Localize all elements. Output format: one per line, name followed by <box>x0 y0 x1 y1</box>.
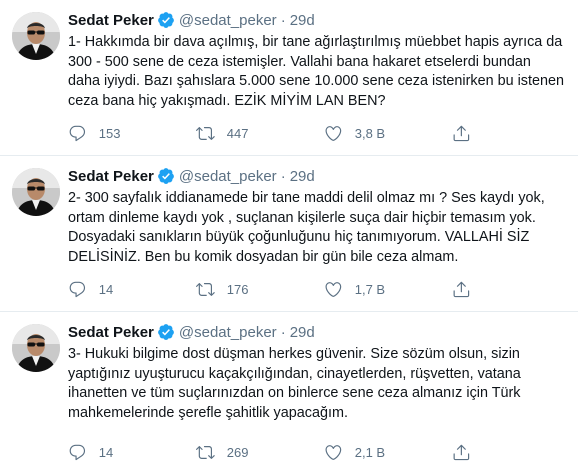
share-button[interactable] <box>452 123 471 143</box>
retweet-button[interactable]: 447 <box>196 123 248 143</box>
like-count: 2,1 B <box>354 444 386 460</box>
reply-button[interactable]: 14 <box>68 279 113 299</box>
display-name[interactable]: Sedat Peker <box>68 12 154 29</box>
like-count: 3,8 B <box>354 125 386 141</box>
retweet-count: 176 <box>226 281 249 297</box>
tweet-text: 1- Hakkımda bir dava açılmış, bir tane a… <box>68 34 564 109</box>
profile-photo <box>12 12 60 60</box>
user-handle[interactable]: @sedat_peker <box>179 168 277 185</box>
tweet-header: Sedat Peker @sedat_peker · 29d <box>68 166 566 186</box>
reply-count: 14 <box>98 444 114 460</box>
reply-button[interactable]: 153 <box>68 123 120 143</box>
share-button[interactable] <box>452 442 471 462</box>
user-handle[interactable]: @sedat_peker <box>179 12 277 29</box>
tweet-header: Sedat Peker @sedat_peker · 29d <box>68 10 566 30</box>
reply-icon <box>69 444 86 460</box>
like-button[interactable]: 1,7 B <box>324 279 385 299</box>
share-icon <box>453 281 470 297</box>
separator-dot: · <box>280 11 286 29</box>
timestamp[interactable]: 29d <box>290 324 315 341</box>
retweet-icon <box>196 282 215 296</box>
profile-photo <box>12 324 60 372</box>
retweet-button[interactable]: 176 <box>196 279 248 299</box>
tweet-header: Sedat Peker @sedat_peker · 29d <box>68 322 566 342</box>
heart-icon <box>325 125 342 141</box>
timestamp[interactable]: 29d <box>290 12 315 29</box>
avatar[interactable] <box>12 12 60 60</box>
separator-dot: · <box>280 323 286 341</box>
separator-dot: · <box>280 167 286 185</box>
like-button[interactable]: 2,1 B <box>324 442 385 462</box>
avatar[interactable] <box>12 168 60 216</box>
display-name[interactable]: Sedat Peker <box>68 168 154 185</box>
tweet-actions: 153 447 3,8 B <box>68 123 548 143</box>
reply-count: 14 <box>98 281 114 297</box>
share-button[interactable] <box>452 279 471 299</box>
tweet-text: 3- Hukuki bilgime dost düşman herkes güv… <box>68 346 521 421</box>
like-count: 1,7 B <box>354 281 386 297</box>
retweet-count: 269 <box>226 444 249 460</box>
retweet-button[interactable]: 269 <box>196 442 248 462</box>
tweet[interactable]: Sedat Peker @sedat_peker · 29d 3- Hukuki… <box>0 312 578 474</box>
verified-badge-icon <box>157 323 175 341</box>
heart-icon <box>325 281 342 297</box>
retweet-count: 447 <box>226 125 249 141</box>
verified-badge-icon <box>157 11 175 29</box>
retweet-icon <box>196 445 215 459</box>
tweet-text: 2- 300 sayfalık iddianamede bir tane mad… <box>68 190 545 265</box>
display-name[interactable]: Sedat Peker <box>68 324 154 341</box>
avatar[interactable] <box>12 324 60 372</box>
retweet-icon <box>196 126 215 140</box>
profile-photo <box>12 168 60 216</box>
verified-badge-icon <box>157 167 175 185</box>
reply-icon <box>69 125 86 141</box>
tweet[interactable]: Sedat Peker @sedat_peker · 29d 1- Hakkım… <box>0 0 578 156</box>
reply-count: 153 <box>98 125 121 141</box>
share-icon <box>453 125 470 141</box>
tweet[interactable]: Sedat Peker @sedat_peker · 29d 2- 300 sa… <box>0 156 578 312</box>
like-button[interactable]: 3,8 B <box>324 123 385 143</box>
tweet-thread: Sedat Peker @sedat_peker · 29d 1- Hakkım… <box>0 0 578 474</box>
user-handle[interactable]: @sedat_peker <box>179 324 277 341</box>
tweet-actions: 14 269 2,1 B <box>68 442 548 462</box>
heart-icon <box>325 444 342 460</box>
reply-icon <box>69 281 86 297</box>
timestamp[interactable]: 29d <box>290 168 315 185</box>
reply-button[interactable]: 14 <box>68 442 113 462</box>
tweet-actions: 14 176 1,7 B <box>68 279 548 299</box>
share-icon <box>453 444 470 460</box>
